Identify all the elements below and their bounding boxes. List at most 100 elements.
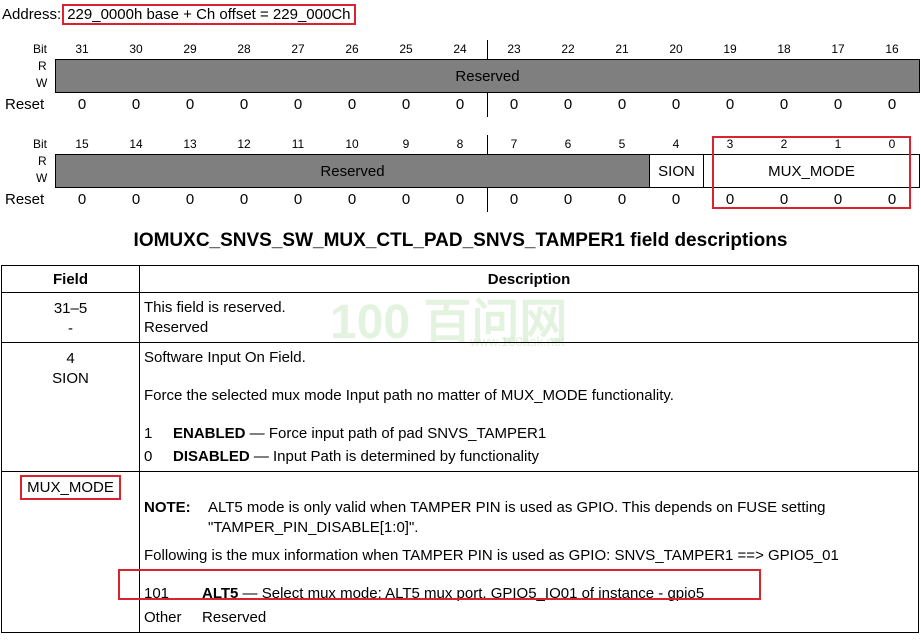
field-name: SION [52,370,89,387]
description-cell: NOTE: ALT5 mode is only valid when TAMPE… [118,471,919,633]
description-text: This field is reserved. [144,299,286,316]
reset-value: 0 [509,96,519,113]
bit-number: 31 [75,42,89,56]
bit-number: 26 [345,42,359,56]
mux-option: 101 ALT5 — Select mux mode: ALT5 mux por… [118,569,914,604]
reset-value: 0 [347,96,357,113]
enum-name: ENABLED [173,425,246,442]
address-line: Address: 229_0000h base + Ch offset = 229… [2,4,356,25]
bit-number: 29 [183,42,197,56]
bit-number: 19 [723,42,737,56]
table-row: 31–5 - This field is reserved. Reserved [1,292,919,343]
reset-value: 0 [509,191,519,208]
write-row-label: W [36,76,48,90]
reset-value: 0 [77,191,87,208]
table-header-row: Field Description [1,265,919,293]
sion-label: SION [658,162,695,180]
table-row: MUX_MODE NOTE: ALT5 mode is only valid w… [1,471,919,633]
bit-number: 4 [672,137,680,151]
bit-number: 12 [237,137,251,151]
description-text: Force the selected mux mode Input path n… [144,387,674,404]
bit-number: 30 [129,42,143,56]
bit-number: 16 [885,42,899,56]
mux-option: Other Reserved [144,608,914,628]
note: NOTE: ALT5 mode is only valid when TAMPE… [144,498,914,538]
note-text: ALT5 mode is only valid when TAMPER PIN … [208,499,826,516]
enum-value: 1 [144,425,153,442]
field-name: - [68,320,73,337]
description-cell: Software Input On Field. Force the selec… [139,342,919,472]
mux-mode-highlight [712,136,911,209]
reset-value: 0 [833,96,843,113]
option-text: Reserved [202,609,267,626]
reset-value: 0 [293,191,303,208]
note-text: "TAMPER_PIN_DISABLE[1:0]". [208,519,419,536]
reset-value: 0 [887,96,897,113]
bit-number: 9 [402,137,410,151]
reset-value: 0 [347,191,357,208]
bit-number: 23 [507,42,521,56]
reset-value: 0 [401,96,411,113]
read-row-label: R [38,154,47,168]
bit-number: 28 [237,42,251,56]
page-title: IOMUXC_SNVS_SW_MUX_CTL_PAD_SNVS_TAMPER1 … [133,230,788,251]
enum-option: 0 DISABLED — Input Path is determined by… [144,447,914,467]
read-row-label: R [38,59,47,73]
field-cell: 4 SION [1,342,140,472]
field-cell: MUX_MODE [1,471,140,633]
bit-number: 13 [183,137,197,151]
reset-value: 0 [239,191,249,208]
reset-value: 0 [563,191,573,208]
reset-value: 0 [455,191,465,208]
reset-value: 0 [671,96,681,113]
bit-number: 11 [291,137,305,151]
bit-number: 5 [618,137,626,151]
description-column-header: Description [139,265,919,293]
reset-value: 0 [185,191,195,208]
bit-row-label: Bit [33,42,48,56]
reset-value: 0 [131,191,141,208]
enum-option: 1 ENABLED — Force input path of pad SNVS… [144,424,914,444]
address-label: Address: [2,6,62,23]
address-value: 229_0000h base + Ch offset = 229_000Ch [62,4,356,25]
bit-number: 18 [777,42,791,56]
write-row-label: W [36,171,48,185]
bit-number: 21 [615,42,629,56]
reset-row-label: Reset [5,96,45,113]
table-row: 4 SION Software Input On Field. Force th… [1,342,919,472]
reset-value: 0 [401,191,411,208]
note-label: NOTE: [144,499,191,516]
bit-number: 15 [75,137,89,151]
reset-value: 0 [131,96,141,113]
bit-number: 8 [456,137,464,151]
description-text: Following is the mux information when TA… [144,547,839,564]
reset-value: 0 [239,96,249,113]
bit-number: 20 [669,42,683,56]
field-name: MUX_MODE [20,475,121,500]
field-cell: 31–5 - [1,292,140,343]
description-text: Reserved [144,319,209,336]
reserved-field-lower: Reserved [55,154,650,188]
bit-number: 25 [399,42,413,56]
reserved-field-upper: Reserved [55,59,920,93]
reset-value: 0 [455,96,465,113]
reserved-label: Reserved [455,67,520,85]
option-value: Other [144,609,182,626]
enum-text: — Force input path of pad SNVS_TAMPER1 [245,425,547,442]
bit-number: 14 [129,137,143,151]
bit-row-label: Bit [33,137,48,151]
field-description-table: Field Description 31–5 - This field is r… [1,265,919,633]
reset-value: 0 [617,96,627,113]
bit-number: 7 [510,137,518,151]
field-bits: 31–5 [53,300,88,317]
enum-text: — Input Path is determined by functional… [249,448,539,465]
reset-value: 0 [779,96,789,113]
reset-value: 0 [671,191,681,208]
reset-value: 0 [725,96,735,113]
bit-number: 22 [561,42,575,56]
bit-number: 17 [831,42,845,56]
reset-value: 0 [185,96,195,113]
enum-value: 0 [144,448,153,465]
sion-field: SION [649,154,704,188]
reset-value: 0 [77,96,87,113]
